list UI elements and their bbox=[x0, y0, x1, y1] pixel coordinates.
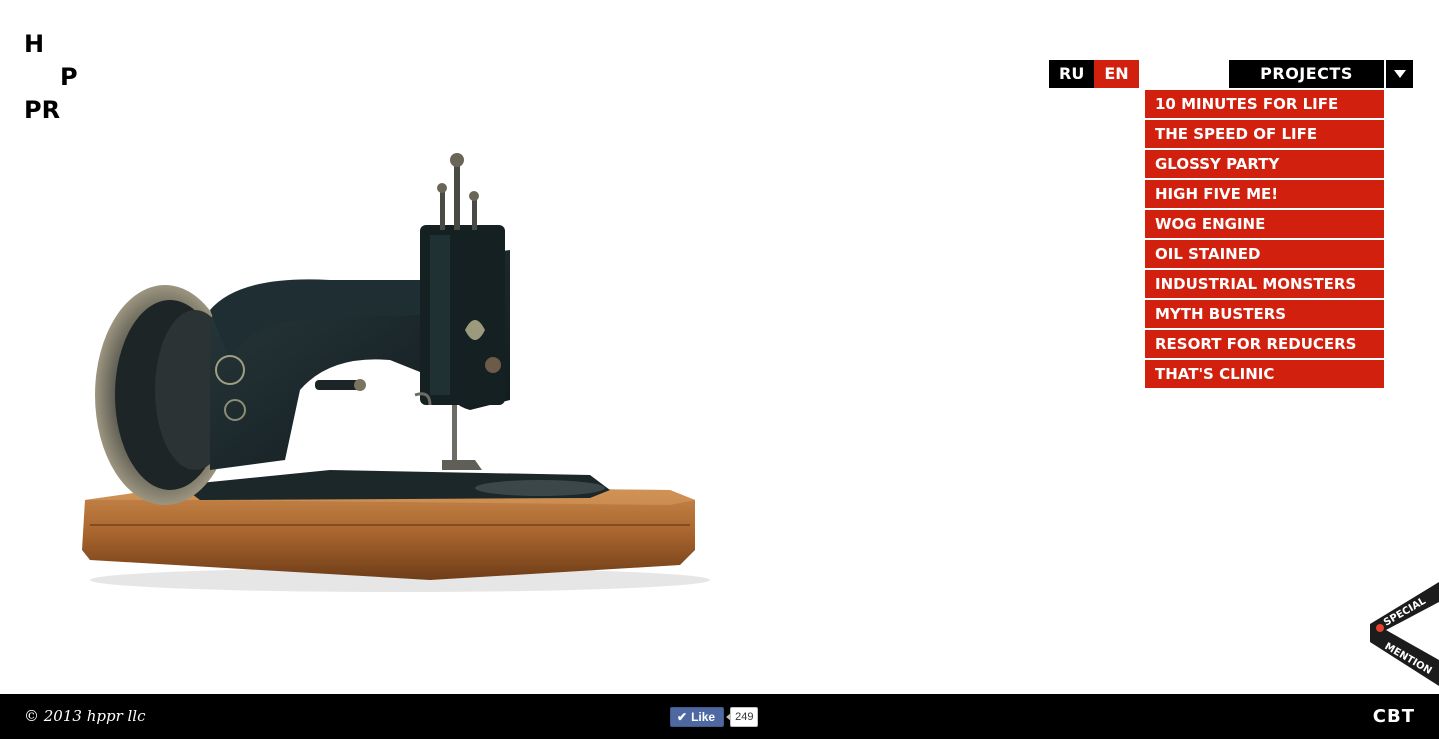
logo-letters-pr: PR bbox=[24, 96, 61, 124]
logo-letter-h: H bbox=[24, 30, 45, 58]
project-item-thats-clinic[interactable]: THAT'S CLINIC bbox=[1145, 360, 1384, 388]
projects-dropdown[interactable]: PROJECTS bbox=[1229, 60, 1413, 88]
site-logo[interactable]: H P PR bbox=[24, 32, 104, 122]
project-item-high-five-me[interactable]: HIGH FIVE ME! bbox=[1145, 180, 1384, 208]
like-label: Like bbox=[691, 710, 716, 724]
facebook-like-button[interactable]: ✔ Like bbox=[670, 707, 725, 727]
projects-label: PROJECTS bbox=[1260, 64, 1353, 83]
project-item-industrial-monsters[interactable]: INDUSTRIAL MONSTERS bbox=[1145, 270, 1384, 298]
special-mention-ribbon[interactable]: SPECIAL MENTION bbox=[1366, 582, 1439, 690]
projects-menu: 10 MINUTES FOR LIFE THE SPEED OF LIFE GL… bbox=[1145, 90, 1384, 390]
projects-toggle-button[interactable] bbox=[1384, 60, 1413, 88]
footer: © 2013 hppr llc ✔ Like 249 CBT bbox=[0, 694, 1439, 739]
project-item-resort-for-reducers[interactable]: RESORT FOR REDUCERS bbox=[1145, 330, 1384, 358]
project-item-10-minutes-for-life[interactable]: 10 MINUTES FOR LIFE bbox=[1145, 90, 1384, 118]
project-item-glossy-party[interactable]: GLOSSY PARTY bbox=[1145, 150, 1384, 178]
sewing-machine-image bbox=[70, 140, 720, 600]
project-item-oil-stained[interactable]: OIL STAINED bbox=[1145, 240, 1384, 268]
language-en-button[interactable]: EN bbox=[1094, 60, 1139, 88]
language-ru-button[interactable]: RU bbox=[1049, 60, 1094, 88]
language-switcher: RU EN bbox=[1049, 60, 1139, 88]
like-count: 249 bbox=[726, 707, 759, 727]
chevron-down-icon bbox=[1393, 70, 1406, 78]
cbt-brand-link[interactable]: CBT bbox=[1373, 706, 1415, 727]
copyright-text: © 2013 hppr llc bbox=[24, 707, 146, 725]
project-item-wog-engine[interactable]: WOG ENGINE bbox=[1145, 210, 1384, 238]
project-item-the-speed-of-life[interactable]: THE SPEED OF LIFE bbox=[1145, 120, 1384, 148]
project-item-myth-busters[interactable]: MYTH BUSTERS bbox=[1145, 300, 1384, 328]
check-icon: ✔ bbox=[677, 710, 688, 724]
ribbon-special-text: SPECIAL bbox=[1382, 595, 1428, 628]
logo-letter-p: P bbox=[60, 63, 78, 91]
facebook-like-widget: ✔ Like 249 bbox=[670, 707, 759, 727]
